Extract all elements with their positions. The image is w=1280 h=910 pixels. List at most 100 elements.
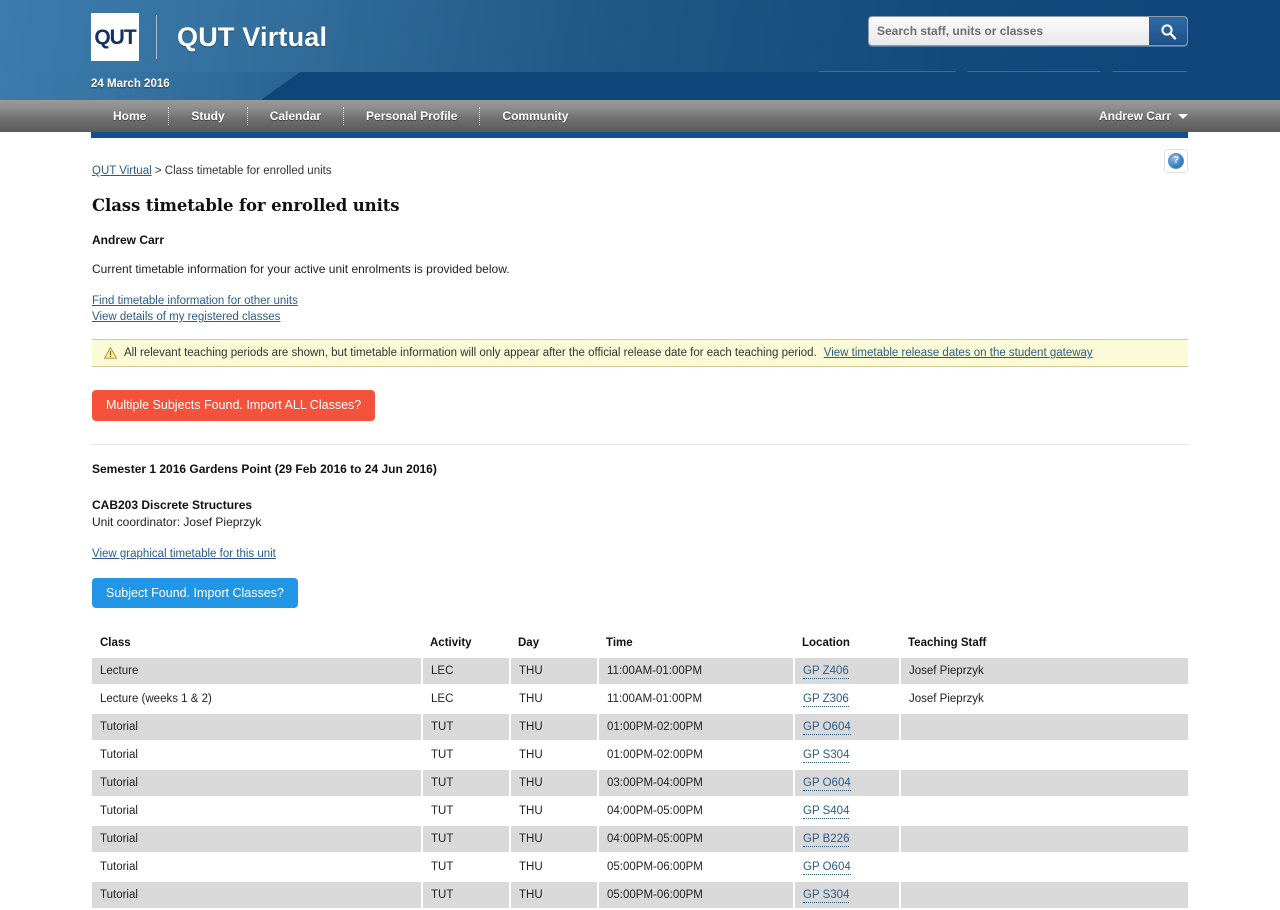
location-link[interactable]: GP B226 [803, 833, 850, 847]
cell-class: Tutorial [92, 881, 423, 910]
cell-time: 11:00AM-01:00PM [598, 657, 795, 686]
location-link[interactable]: GP S304 [803, 749, 850, 763]
timetable-release-dates-link[interactable]: View timetable release dates on the stud… [824, 347, 1093, 359]
breadcrumb-current: Class timetable for enrolled units [164, 165, 332, 177]
cell-teaching-staff [900, 769, 1188, 798]
table-row: Tutorial TUT THU 01:00PM-02:00PM GP O604 [92, 713, 1188, 742]
cell-class: Tutorial [92, 825, 423, 854]
brand[interactable]: QUT QUT Virtual [91, 13, 327, 61]
import-classes-button[interactable]: Subject Found. Import Classes? [92, 577, 298, 608]
class-timetable-table: Class Activity Day Time Location Teachin… [92, 633, 1188, 910]
location-link[interactable]: GP S404 [803, 805, 850, 819]
search-input[interactable] [869, 17, 1149, 45]
location-link[interactable]: GP Z406 [803, 665, 849, 679]
view-registered-classes-link[interactable]: View details of my registered classes [92, 309, 1188, 325]
cell-activity: LEC [422, 685, 511, 714]
cell-teaching-staff: Josef Pieprzyk [900, 657, 1188, 686]
site-header: QUT QUT Virtual ➤ Student Gateway ➤ QUT … [0, 0, 1280, 93]
unit-coordinator: Unit coordinator: Josef Pieprzyk [92, 514, 262, 529]
cell-time: 01:00PM-02:00PM [598, 741, 795, 770]
cell-class: Tutorial [92, 769, 423, 798]
nav-item-study[interactable]: Study [169, 100, 246, 132]
cell-day: THU [510, 741, 599, 770]
cell-location: GP S304 [794, 881, 901, 910]
table-row: Tutorial TUT THU 04:00PM-05:00PM GP B226 [92, 825, 1188, 854]
cell-teaching-staff: Josef Pieprzyk [900, 685, 1188, 714]
table-header-row: Class Activity Day Time Location Teachin… [92, 633, 1188, 658]
cell-class: Lecture (weeks 1 & 2) [92, 685, 423, 714]
column-header-class: Class [92, 633, 422, 658]
cell-location: GP O604 [794, 769, 901, 798]
cell-time: 11:00AM-01:00PM [598, 685, 795, 714]
location-link[interactable]: GP O604 [803, 721, 851, 735]
cell-time: 04:00PM-05:00PM [598, 825, 795, 854]
user-menu[interactable]: Andrew Carr [1099, 100, 1188, 132]
breadcrumb-link-root[interactable]: QUT Virtual [92, 165, 152, 177]
cell-activity: TUT [422, 853, 511, 882]
location-link[interactable]: GP S304 [803, 889, 850, 903]
cell-activity: TUT [422, 797, 511, 826]
cell-activity: TUT [422, 769, 511, 798]
table-row: Lecture LEC THU 11:00AM-01:00PM GP Z406 Josef… [92, 657, 1188, 686]
cell-day: THU [510, 853, 599, 882]
find-timetable-other-units-link[interactable]: Find timetable information for other uni… [92, 293, 1188, 309]
cell-activity: TUT [422, 881, 511, 910]
cell-location: GP O604 [794, 713, 901, 742]
cell-day: THU [510, 797, 599, 826]
cell-activity: TUT [422, 741, 511, 770]
unit-title: CAB203 Discrete Structures [92, 497, 253, 512]
nav-item-home[interactable]: Home [91, 100, 168, 132]
search-icon [1161, 23, 1177, 40]
cell-day: THU [510, 713, 599, 742]
brand-title: QUT Virtual [177, 21, 328, 52]
nav-item-personal-profile[interactable]: Personal Profile [344, 100, 479, 132]
cell-time: 05:00PM-06:00PM [598, 853, 795, 882]
location-link[interactable]: GP O604 [803, 861, 851, 875]
cell-day: THU [510, 657, 599, 686]
search-bar[interactable] [868, 16, 1188, 46]
cell-time: 03:00PM-04:00PM [598, 769, 795, 798]
nav-item-community[interactable]: Community [480, 100, 590, 132]
page-title: Class timetable for enrolled units [92, 196, 400, 215]
section-divider [92, 443, 1188, 445]
notice-text: All relevant teaching periods are shown,… [124, 347, 817, 359]
brand-divider [156, 15, 157, 59]
table-body: Lecture LEC THU 11:00AM-01:00PM GP Z406 Josef… [92, 657, 1188, 910]
nav-item-calendar[interactable]: Calendar [248, 100, 343, 132]
graphical-timetable-link[interactable]: View graphical timetable for this unit [92, 548, 276, 560]
breadcrumb-separator: > [151, 165, 165, 177]
help-button[interactable]: ? [1164, 149, 1188, 173]
column-header-time: Time [598, 633, 794, 658]
cell-location: GP Z406 [794, 657, 901, 686]
cell-day: THU [510, 769, 599, 798]
warning-icon [104, 347, 117, 359]
cell-location: GP Z306 [794, 685, 901, 714]
cell-location: GP S404 [794, 797, 901, 826]
location-link[interactable]: GP O604 [803, 777, 851, 791]
cell-activity: LEC [422, 657, 511, 686]
cell-teaching-staff [900, 853, 1188, 882]
search-button[interactable] [1149, 17, 1187, 45]
cell-location: GP B226 [794, 825, 901, 854]
column-header-location: Location [794, 633, 900, 658]
chevron-down-icon [1178, 113, 1188, 119]
cell-activity: TUT [422, 825, 511, 854]
cell-day: THU [510, 881, 599, 910]
column-header-activity: Activity [422, 633, 510, 658]
table-row: Tutorial TUT THU 05:00PM-06:00PM GP O604 [92, 853, 1188, 882]
cell-location: GP S304 [794, 741, 901, 770]
cell-time: 01:00PM-02:00PM [598, 713, 795, 742]
timetable-notice: All relevant teaching periods are shown,… [92, 339, 1188, 367]
cell-location: GP O604 [794, 853, 901, 882]
location-link[interactable]: GP Z306 [803, 693, 849, 707]
table-row: Tutorial TUT THU 03:00PM-04:00PM GP O604 [92, 769, 1188, 798]
import-all-classes-button[interactable]: Multiple Subjects Found. Import ALL Clas… [92, 390, 376, 421]
cell-day: THU [510, 685, 599, 714]
breadcrumb: QUT Virtual > Class timetable for enroll… [92, 132, 1188, 177]
cell-class: Tutorial [92, 713, 423, 742]
cell-teaching-staff [900, 713, 1188, 742]
main-navigation: Home Study Calendar Personal Profile Com… [0, 100, 1280, 138]
cell-teaching-staff [900, 825, 1188, 854]
teaching-period-title: Semester 1 2016 Gardens Point (29 Feb 20… [92, 461, 437, 476]
table-head: Class Activity Day Time Location Teachin… [92, 633, 1188, 658]
